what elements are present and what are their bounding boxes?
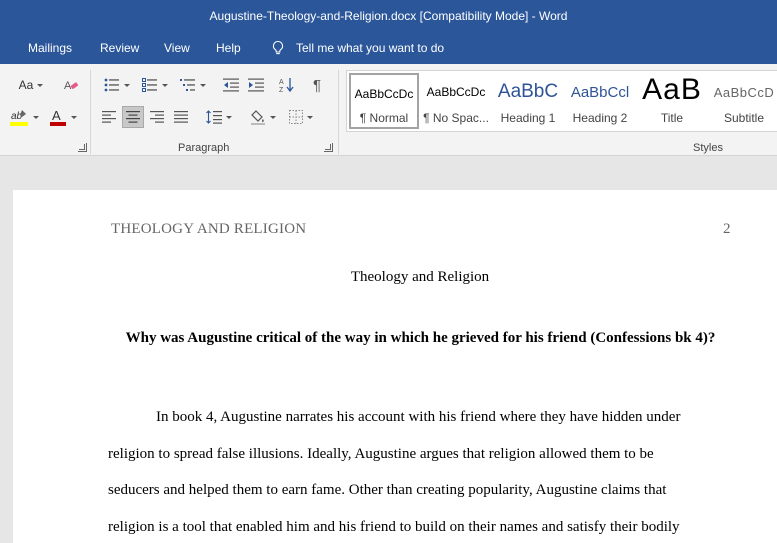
body-line: religion is a tool that enabled him and … [108, 519, 680, 535]
style-preview: AaB [642, 73, 702, 106]
document-title: Theology and Religion [350, 269, 490, 285]
numbering-button[interactable] [138, 74, 172, 96]
highlighter-icon: ab [10, 110, 28, 126]
tell-me-search[interactable]: Tell me what you want to do [296, 41, 444, 55]
borders-icon [289, 110, 303, 124]
style-preview: AaBbCcl [570, 84, 630, 101]
chevron-down-icon [71, 115, 77, 119]
svg-text:A: A [279, 79, 284, 86]
change-case-button[interactable]: Aa [14, 74, 48, 96]
styles-gallery: AaBbCcDc ¶ Normal AaBbCcDc ¶ No Spac... … [346, 70, 777, 132]
style-preview: AaBbCcDc [426, 85, 486, 99]
align-left-icon [102, 111, 116, 123]
style-normal[interactable]: AaBbCcDc ¶ Normal [349, 73, 419, 129]
tab-mailings[interactable]: Mailings [28, 41, 72, 55]
style-name: Title [660, 111, 684, 125]
style-name: Heading 2 [572, 111, 628, 125]
style-name: Subtitle [723, 111, 765, 125]
decrease-indent-icon [223, 78, 239, 92]
bullets-button[interactable] [100, 74, 134, 96]
question-heading: Why was Augustine critical of the way in… [125, 330, 716, 346]
body-line: seducers and helped them to earn fame. O… [108, 482, 667, 498]
svg-text:A: A [64, 80, 72, 92]
style-heading-2[interactable]: AaBbCcl Heading 2 [565, 73, 635, 129]
justify-icon [174, 111, 188, 123]
chevron-down-icon [33, 115, 39, 119]
numbering-icon [142, 78, 157, 92]
line-spacing-button[interactable] [202, 106, 236, 128]
style-name: ¶ No Spac... [423, 111, 489, 125]
chevron-down-icon [200, 83, 206, 87]
group-separator [338, 70, 339, 154]
paragraph-dialog-launcher-icon[interactable] [324, 143, 333, 152]
chevron-down-icon [124, 83, 130, 87]
chevron-down-icon [162, 83, 168, 87]
align-right-icon [150, 111, 164, 123]
tab-help[interactable]: Help [216, 41, 241, 55]
style-preview: AaBbCcDc [354, 87, 414, 101]
align-left-button[interactable] [98, 106, 120, 128]
chevron-down-icon [37, 83, 44, 87]
body-line: In book 4, Augustine narrates his accoun… [156, 409, 681, 425]
style-name: ¶ Normal [359, 111, 409, 125]
title-bar: Augustine-Theology-and-Religion.docx [Co… [0, 0, 777, 32]
ribbon: Aa A ab A A Z ¶ Paragraph AaBbCcDc ¶ Nor… [0, 64, 777, 156]
style-preview: AaBbCcD [713, 85, 775, 100]
window-title: Augustine-Theology-and-Religion.docx [Co… [209, 9, 568, 23]
justify-button[interactable] [170, 106, 192, 128]
paragraph-group-label: Paragraph [178, 142, 230, 154]
align-center-button[interactable] [122, 106, 144, 128]
page-header-title: THEOLOGY AND RELIGION [111, 221, 307, 237]
style-subtitle[interactable]: AaBbCcD Subtitle [709, 73, 777, 129]
multilevel-list-icon [180, 79, 195, 91]
text-highlight-button[interactable]: ab [6, 106, 42, 128]
style-preview: AaBbC [497, 81, 559, 102]
font-dialog-launcher-icon[interactable] [78, 143, 87, 152]
bullets-icon [104, 78, 119, 92]
font-color-button[interactable]: A [46, 106, 80, 128]
align-right-button[interactable] [146, 106, 168, 128]
lightbulb-icon [272, 40, 284, 55]
svg-text:Z: Z [279, 87, 284, 93]
chevron-down-icon [226, 115, 232, 119]
increase-indent-icon [248, 78, 264, 92]
chevron-down-icon [270, 115, 276, 119]
paint-bucket-icon [251, 110, 265, 125]
align-center-icon [126, 111, 140, 123]
clear-formatting-icon: A [64, 80, 79, 92]
increase-indent-button[interactable] [245, 74, 267, 96]
style-name: Heading 1 [500, 111, 556, 125]
styles-group-label: Styles [693, 142, 723, 154]
document-area[interactable]: THEOLOGY AND RELIGION 2 Theology and Rel… [0, 157, 777, 543]
style-no-spacing[interactable]: AaBbCcDc ¶ No Spac... [421, 73, 491, 129]
page-number: 2 [723, 221, 731, 237]
decrease-indent-button[interactable] [220, 74, 242, 96]
clear-formatting-button[interactable]: A [60, 74, 82, 96]
svg-text:ab: ab [11, 111, 23, 122]
sort-icon: A Z [279, 78, 294, 93]
svg-text:A: A [52, 108, 61, 123]
tab-review[interactable]: Review [100, 41, 139, 55]
body-line: religion to spread false illusions. Idea… [108, 446, 654, 462]
line-spacing-icon [206, 110, 222, 124]
borders-button[interactable] [284, 106, 318, 128]
group-separator [90, 70, 91, 154]
show-formatting-marks-button[interactable]: ¶ [306, 74, 328, 96]
change-case-label: Aa [18, 78, 34, 92]
style-title[interactable]: AaB Title [637, 73, 707, 129]
multilevel-list-button[interactable] [176, 74, 210, 96]
shading-button[interactable] [246, 106, 280, 128]
ribbon-tab-bar: Mailings Review View Help Tell me what y… [0, 32, 777, 64]
font-color-icon: A [50, 108, 66, 126]
style-heading-1[interactable]: AaBbC Heading 1 [493, 73, 563, 129]
sort-button[interactable]: A Z [276, 74, 298, 96]
pilcrow-icon: ¶ [312, 76, 322, 94]
tab-view[interactable]: View [164, 41, 190, 55]
document-page[interactable]: THEOLOGY AND RELIGION 2 Theology and Rel… [13, 190, 777, 543]
chevron-down-icon [307, 115, 313, 119]
